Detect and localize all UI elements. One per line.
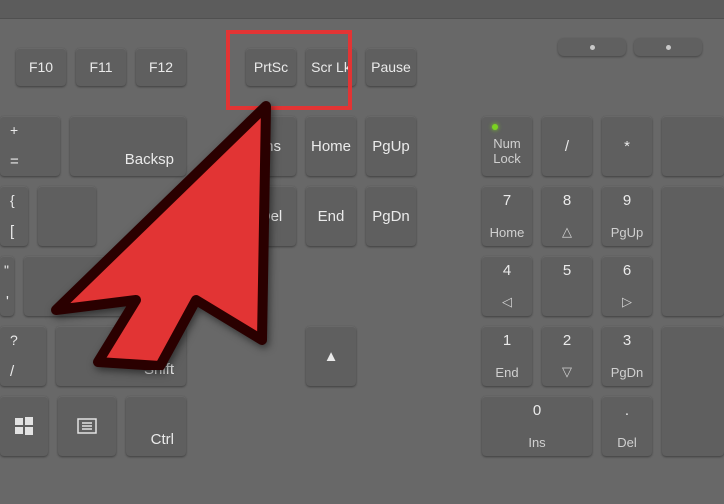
key-sublabel-up-icon: △ bbox=[542, 224, 592, 240]
numpad-8-key[interactable]: 8△ bbox=[542, 186, 592, 246]
numpad-dot-key[interactable]: . Del bbox=[602, 396, 652, 456]
key-label-upper: ? bbox=[10, 332, 18, 348]
key-label-lower: = bbox=[10, 153, 19, 170]
key-sublabel: PgDn bbox=[602, 365, 652, 380]
numpad-0-key[interactable]: 0 Ins bbox=[482, 396, 592, 456]
key-label: F11 bbox=[76, 48, 126, 86]
numlock-key[interactable]: Num Lock bbox=[482, 116, 532, 176]
key-sublabel-down-icon: ▽ bbox=[542, 364, 592, 380]
numpad-4-key[interactable]: 4◁ bbox=[482, 256, 532, 316]
key-label: Scr Lk bbox=[306, 48, 356, 86]
arrow-up-icon: ▲ bbox=[306, 326, 356, 386]
pgdn-key[interactable]: PgDn bbox=[366, 186, 416, 246]
prtsc-key[interactable]: PrtSc bbox=[246, 48, 296, 86]
delete-key[interactable]: Del bbox=[246, 186, 296, 246]
key-sublabel-right-icon: ▷ bbox=[602, 294, 652, 310]
numpad-5-key[interactable]: 5 bbox=[542, 256, 592, 316]
menu-icon bbox=[58, 396, 116, 456]
f10-key[interactable]: F10 bbox=[16, 48, 66, 86]
key-label: 1 bbox=[482, 332, 532, 349]
key-label: 7 bbox=[482, 192, 532, 209]
numpad-1-key[interactable]: 1 End bbox=[482, 326, 532, 386]
key-label-lower: / bbox=[10, 363, 14, 380]
key-label: Ins bbox=[246, 116, 296, 176]
key-label: / bbox=[542, 116, 592, 176]
ctrl-key[interactable]: Ctrl bbox=[126, 396, 186, 456]
key-label: F12 bbox=[136, 48, 186, 86]
key-sublabel: PgUp bbox=[602, 225, 652, 240]
numlock-led-icon bbox=[492, 124, 498, 130]
key-label: * bbox=[602, 116, 652, 176]
key-label: F10 bbox=[16, 48, 66, 86]
menu-key[interactable] bbox=[58, 396, 116, 456]
arrow-up-key[interactable]: ▲ bbox=[306, 326, 356, 386]
key-label: Backsp bbox=[125, 151, 174, 168]
end-key[interactable]: End bbox=[306, 186, 356, 246]
numpad-slash-key[interactable]: / bbox=[542, 116, 592, 176]
key-sublabel: Ins bbox=[482, 435, 592, 450]
numpad-minus-key[interactable] bbox=[662, 116, 724, 176]
quote-key[interactable]: "' bbox=[0, 256, 14, 316]
key-sublabel: End bbox=[482, 365, 532, 380]
numpad-7-key[interactable]: 7 Home bbox=[482, 186, 532, 246]
windows-key[interactable] bbox=[0, 396, 48, 456]
bracket-key[interactable]: {[ bbox=[0, 186, 28, 246]
key-label: Ctrl bbox=[151, 431, 174, 448]
numpad-enter-key[interactable] bbox=[662, 326, 724, 456]
indicator-strip-2 bbox=[634, 38, 702, 56]
indicator-strip-1 bbox=[558, 38, 626, 56]
key-label: 6 bbox=[602, 262, 652, 279]
key-label: 0 bbox=[482, 402, 592, 419]
pgup-key[interactable]: PgUp bbox=[366, 116, 416, 176]
enter-key[interactable]: er bbox=[24, 256, 186, 316]
key-sublabel: Del bbox=[602, 435, 652, 450]
numpad-2-key[interactable]: 2▽ bbox=[542, 326, 592, 386]
rbracket-key[interactable] bbox=[38, 186, 96, 246]
key-label-lower: ' bbox=[6, 293, 9, 310]
key-sublabel: Home bbox=[482, 225, 532, 240]
numpad-3-key[interactable]: 3 PgDn bbox=[602, 326, 652, 386]
key-sublabel-left-icon: ◁ bbox=[482, 294, 532, 310]
f11-key[interactable]: F11 bbox=[76, 48, 126, 86]
f12-key[interactable]: F12 bbox=[136, 48, 186, 86]
key-label: Pause bbox=[366, 48, 416, 86]
key-label: 8 bbox=[542, 192, 592, 209]
home-key[interactable]: Home bbox=[306, 116, 356, 176]
backspace-key[interactable]: Backsp bbox=[70, 116, 186, 176]
numpad-star-key[interactable]: * bbox=[602, 116, 652, 176]
key-label: End bbox=[306, 186, 356, 246]
key-label: PgUp bbox=[366, 116, 416, 176]
numpad-9-key[interactable]: 9 PgUp bbox=[602, 186, 652, 246]
pause-key[interactable]: Pause bbox=[366, 48, 416, 86]
key-label: Num Lock bbox=[482, 137, 532, 166]
key-label: 4 bbox=[482, 262, 532, 279]
windows-icon bbox=[0, 396, 48, 456]
key-label: . bbox=[602, 402, 652, 419]
key-label: 2 bbox=[542, 332, 592, 349]
numpad-6-key[interactable]: 6▷ bbox=[602, 256, 652, 316]
key-label-lower: [ bbox=[10, 223, 14, 240]
key-label-upper: + bbox=[10, 122, 18, 138]
key-label: Home bbox=[306, 116, 356, 176]
key-label: PrtSc bbox=[246, 48, 296, 86]
key-label: Del bbox=[246, 186, 296, 246]
key-label: er bbox=[161, 291, 174, 308]
scrlk-key[interactable]: Scr Lk bbox=[306, 48, 356, 86]
key-label-upper: { bbox=[10, 192, 15, 208]
key-label: Shift bbox=[144, 361, 174, 378]
key-label: 3 bbox=[602, 332, 652, 349]
slash-key[interactable]: ?/ bbox=[0, 326, 46, 386]
insert-key[interactable]: Ins bbox=[246, 116, 296, 176]
key-label: PgDn bbox=[366, 186, 416, 246]
numpad-plus-key[interactable] bbox=[662, 186, 724, 316]
key-label: 9 bbox=[602, 192, 652, 209]
key-label: 5 bbox=[542, 262, 592, 279]
key-label-upper: " bbox=[4, 262, 9, 278]
equals-key[interactable]: += bbox=[0, 116, 60, 176]
shift-key[interactable]: Shift bbox=[56, 326, 186, 386]
